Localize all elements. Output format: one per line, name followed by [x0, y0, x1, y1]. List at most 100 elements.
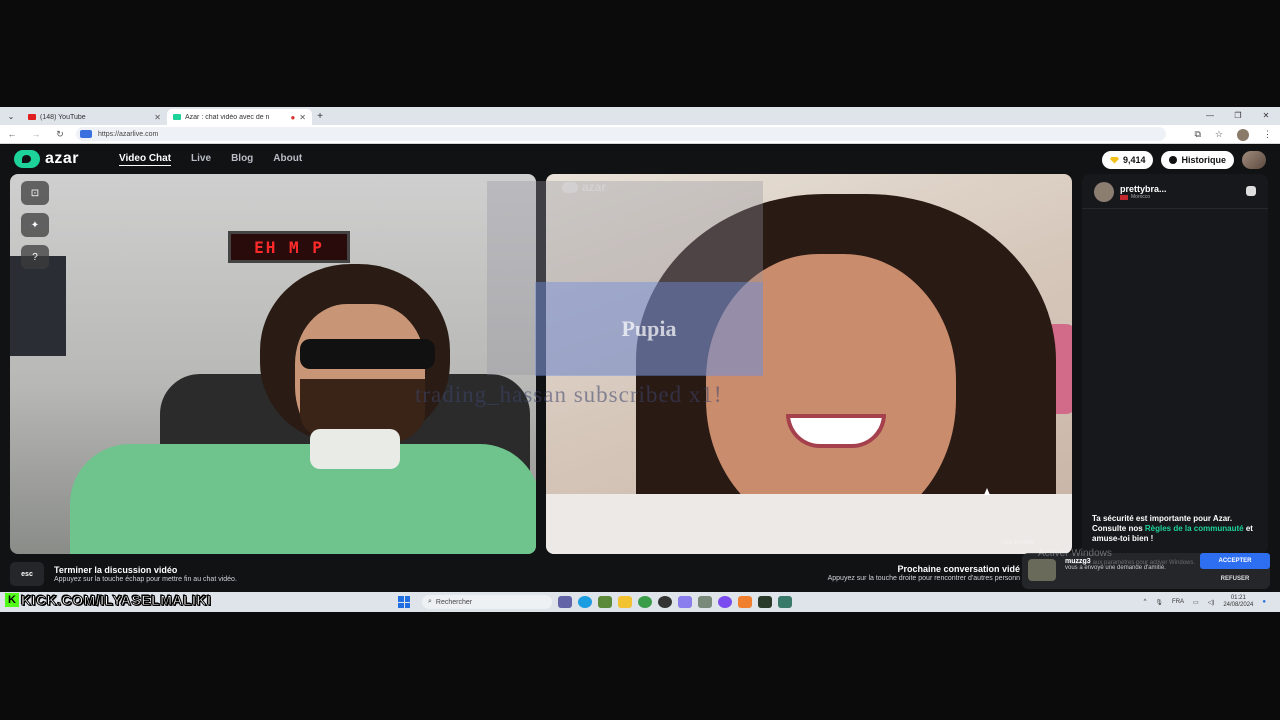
user-avatar[interactable] — [1242, 151, 1266, 169]
nav-video-chat[interactable]: Video Chat — [119, 153, 172, 166]
browser-toolbar: ← → ↻ https://azarlive.com ⧉ ☆ ⋮ — [0, 125, 1280, 144]
camera-switch-icon[interactable]: ⊡ — [21, 181, 49, 205]
edge-icon[interactable] — [578, 596, 592, 608]
taskbar-apps: ⌕ Rechercher — [398, 593, 792, 611]
peer-avatar[interactable] — [1094, 182, 1114, 202]
windows-activation-title: Activer Windows — [1038, 548, 1112, 559]
stream-overlay-image: Pupia — [535, 282, 763, 376]
end-chat-subtitle: Appuyez sur la touche échap pour mettre … — [54, 576, 237, 583]
app-icon[interactable] — [698, 596, 712, 608]
windows-start-icon[interactable] — [398, 596, 410, 608]
tab-title: (148) YouTube — [40, 113, 86, 121]
tab-title: Azar : chat vidéo avec de n — [185, 113, 270, 121]
forward-icon[interactable]: → — [24, 129, 48, 139]
chrome-icon[interactable] — [638, 596, 652, 608]
close-window-icon[interactable]: ✕ — [1252, 107, 1280, 125]
network-icon[interactable]: ▭ — [1193, 599, 1199, 606]
close-tab-icon[interactable]: ✕ — [154, 113, 161, 122]
kick-overlay-banner: K KICK.COM/ILYASELMALIKI — [5, 592, 211, 609]
next-chat-title: Prochaine conversation vidé — [897, 564, 1020, 574]
taskbar-search[interactable]: ⌕ Rechercher — [422, 595, 552, 609]
minimize-icon[interactable]: — — [1196, 107, 1224, 125]
app-icon[interactable] — [598, 596, 612, 608]
nav-blog[interactable]: Blog — [231, 153, 253, 166]
site-info-icon[interactable] — [80, 130, 92, 138]
obs-icon[interactable] — [658, 596, 672, 608]
history-icon — [1169, 156, 1178, 164]
file-explorer-icon[interactable] — [618, 596, 632, 608]
morocco-flag-icon — [1120, 194, 1128, 200]
browser-menu-icon[interactable]: ⋮ — [1263, 129, 1272, 140]
peer-country-text: Morocco — [1131, 194, 1151, 200]
discord-icon[interactable] — [678, 596, 692, 608]
tray-chevron-icon[interactable]: ^ — [1144, 599, 1147, 605]
mouse-cursor-icon — [984, 488, 990, 495]
bookmark-star-icon[interactable]: ☆ — [1215, 129, 1223, 140]
azar-logo[interactable]: azar — [14, 150, 79, 168]
youtube-icon — [28, 114, 36, 120]
report-icon[interactable] — [1246, 186, 1256, 196]
clock-date: 24/08/2024 — [1223, 602, 1254, 608]
next-chat-hint: Prochaine conversation vidé Appuyez sur … — [780, 564, 1020, 582]
effects-icon[interactable]: ✦ — [21, 213, 49, 237]
subscription-alert: trading_hassan subscribed x1! — [415, 382, 723, 407]
accept-button[interactable]: ACCEPTER — [1200, 553, 1270, 569]
request-message: vous a envoyé une demande d'amitié. — [1065, 565, 1166, 571]
white-shirt — [546, 494, 1072, 554]
app-icon[interactable] — [778, 596, 792, 608]
notification-icon[interactable]: ● — [1262, 599, 1266, 605]
end-chat-hint: esc Terminer la discussion vidéo Appuyez… — [10, 562, 237, 586]
divider — [1082, 208, 1268, 209]
language-indicator[interactable]: FRA — [1172, 599, 1184, 605]
tab-youtube[interactable]: (148) YouTube ✕ — [22, 109, 167, 125]
taskbar-clock[interactable]: 01:21 24/08/2024 — [1223, 595, 1253, 608]
address-bar[interactable]: https://azarlive.com — [76, 127, 1166, 141]
microphone-icon[interactable]: 🎙 — [1155, 599, 1163, 606]
back-icon[interactable]: ← — [0, 129, 24, 139]
peer-info[interactable]: prettybra... Morocco — [1094, 182, 1167, 202]
app-icon[interactable] — [738, 596, 752, 608]
messenger-icon[interactable] — [718, 596, 732, 608]
reload-icon[interactable]: ↻ — [48, 129, 72, 140]
nav-links: Video Chat Live Blog About — [119, 153, 302, 166]
chat-side-panel: prettybra... Morocco Ta sécurité est imp… — [1082, 174, 1268, 554]
search-placeholder: Rechercher — [435, 598, 473, 606]
recording-icon: ● — [290, 112, 296, 122]
peer-country: Morocco — [1120, 194, 1167, 200]
nav-live[interactable]: Live — [191, 153, 211, 166]
gems-count: 9,414 — [1122, 155, 1146, 165]
logo-text: azar — [45, 150, 80, 167]
end-chat-title: Terminer la discussion vidéo — [54, 565, 178, 575]
new-tab-icon[interactable]: + — [312, 111, 328, 122]
led-clock: EH M P — [228, 231, 350, 263]
requester-avatar — [1028, 559, 1056, 581]
profile-avatar[interactable] — [1237, 128, 1249, 141]
refuse-button[interactable]: REFUSER — [1200, 571, 1270, 587]
safety-message: Ta sécurité est importante pour Azar. Co… — [1092, 514, 1258, 544]
restore-icon[interactable]: ❐ — [1224, 107, 1252, 125]
green-jersey — [70, 444, 536, 554]
azar-icon — [173, 114, 181, 120]
sunglasses — [300, 339, 435, 369]
cast-icon[interactable]: ⧉ — [1194, 129, 1200, 140]
browser-tabbar: ⌄ (148) YouTube ✕ Azar : chat vidéo avec… — [0, 107, 1280, 125]
nav-about[interactable]: About — [273, 153, 302, 166]
clock-time: 01:21 — [1230, 595, 1246, 602]
close-tab-icon[interactable]: ✕ — [299, 113, 306, 122]
wall-poster — [10, 256, 66, 356]
next-chat-subtitle: Appuyez sur la touche droite pour rencon… — [827, 575, 1020, 582]
esc-key-button[interactable]: esc — [10, 562, 44, 586]
windows-activation-subtitle: Accédez aux paramètres pour activer Wind… — [1068, 560, 1196, 566]
nav-right: 9,414 Historique — [1101, 151, 1266, 169]
teams-icon[interactable] — [558, 596, 572, 608]
help-icon[interactable]: ? — [21, 245, 49, 269]
community-rules-link[interactable]: Règles de la communauté — [1145, 524, 1244, 533]
tab-azar[interactable]: Azar : chat vidéo avec de n ● ✕ — [167, 109, 312, 125]
window-controls: — ❐ ✕ — [1196, 107, 1280, 125]
gems-button[interactable]: 9,414 — [1101, 151, 1154, 169]
volume-icon[interactable]: ◁) — [1208, 599, 1215, 606]
tab-list-icon[interactable]: ⌄ — [0, 112, 22, 121]
history-button[interactable]: Historique — [1161, 151, 1234, 169]
history-label: Historique — [1181, 155, 1226, 165]
app-icon[interactable] — [758, 596, 772, 608]
